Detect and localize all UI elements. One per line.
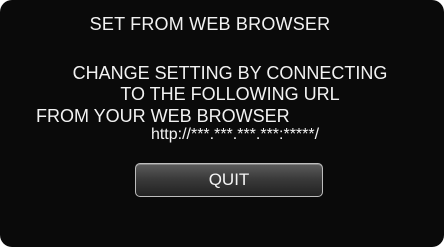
camera-screen: SET FROM WEB BROWSER CHANGE SETTING BY C… [0, 0, 444, 247]
connection-url: http://***.***.***.***:*****/ [150, 126, 320, 143]
message-line-3: FROM YOUR WEB BROWSER [36, 106, 290, 126]
quit-button[interactable]: QUIT [135, 163, 323, 197]
quit-button-label: QUIT [208, 170, 250, 189]
message-line-2: TO THE FOLLOWING URL [120, 84, 340, 104]
screen-title: SET FROM WEB BROWSER [89, 14, 331, 34]
message-line-1: CHANGE SETTING BY CONNECTING [72, 63, 388, 83]
